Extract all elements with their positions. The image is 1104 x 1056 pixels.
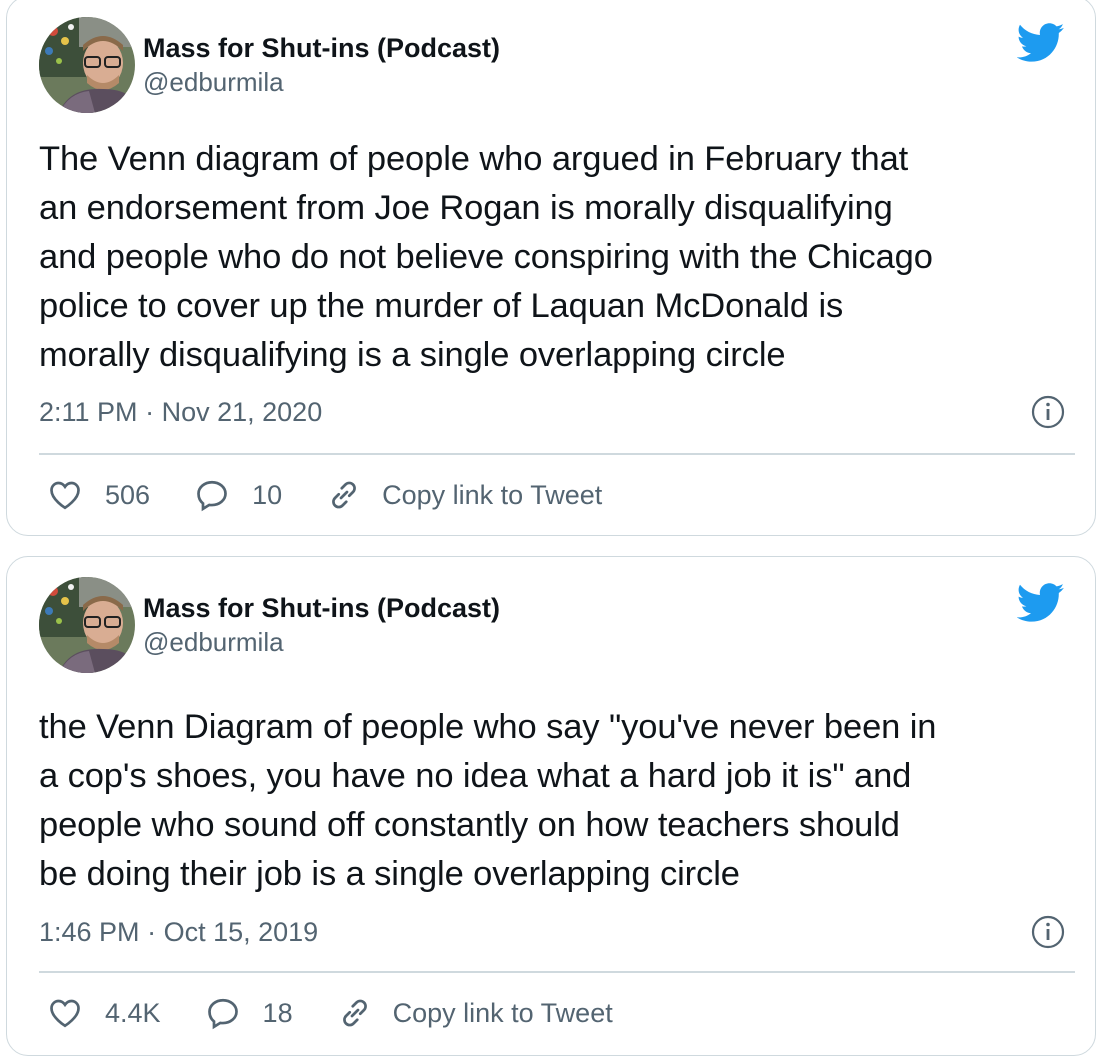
- link-icon: [342, 999, 367, 1027]
- avatar-image: [39, 17, 135, 113]
- copy-link-button[interactable]: Copy link to Tweet: [326, 477, 602, 513]
- link-icon: [332, 481, 356, 509]
- twitter-bird-icon[interactable]: [1017, 583, 1065, 623]
- reply-button[interactable]: 18: [205, 995, 293, 1031]
- heart-icon: [50, 481, 80, 510]
- meta-separator: ·: [147, 917, 157, 947]
- author-names: Mass for Shut-ins (Podcast) @edburmila: [143, 591, 500, 659]
- display-name[interactable]: Mass for Shut-ins (Podcast): [143, 31, 500, 65]
- tweet-text: the Venn Diagram of people who say "you'…: [39, 708, 937, 893]
- avatar-image: [39, 577, 135, 673]
- display-name[interactable]: Mass for Shut-ins (Podcast): [143, 591, 500, 625]
- like-count: 506: [105, 480, 151, 510]
- meta-separator: ·: [145, 397, 155, 427]
- tweet-date: Oct 15, 2019: [163, 917, 319, 947]
- reply-bubble-icon: [197, 480, 227, 512]
- tweet-timestamp[interactable]: 1:46 PM · Oct 15, 2019: [39, 915, 318, 949]
- copy-link-button[interactable]: Copy link to Tweet: [337, 995, 613, 1031]
- author-handle[interactable]: @edburmila: [143, 625, 500, 659]
- avatar[interactable]: [39, 577, 135, 673]
- reply-button[interactable]: 10: [194, 477, 282, 513]
- tweet-header: Mass for Shut-ins (Podcast) @edburmila: [39, 17, 500, 113]
- divider: [39, 971, 1075, 973]
- copy-link-label: Copy link to Tweet: [382, 480, 603, 510]
- tweet-time: 2:11 PM: [39, 397, 138, 427]
- like-button[interactable]: 4.4K: [47, 995, 161, 1031]
- author-names: Mass for Shut-ins (Podcast) @edburmila: [143, 31, 500, 99]
- tweet-time: 1:46 PM: [39, 917, 140, 947]
- reply-count: 18: [262, 998, 293, 1028]
- copy-link-label: Copy link to Tweet: [392, 998, 613, 1028]
- twitter-bird-icon[interactable]: [1017, 23, 1065, 63]
- author-handle[interactable]: @edburmila: [143, 65, 500, 99]
- like-count: 4.4K: [105, 998, 161, 1028]
- reply-bubble-icon: [207, 998, 238, 1030]
- info-icon[interactable]: [1031, 915, 1065, 949]
- tweet-card[interactable]: Mass for Shut-ins (Podcast) @edburmila t…: [6, 556, 1096, 1056]
- heart-icon: [50, 999, 80, 1028]
- tweet-actions: 506 10 Copy link to Tweet: [47, 477, 646, 513]
- tweet-header: Mass for Shut-ins (Podcast) @edburmila: [39, 577, 500, 673]
- tweet-date: Nov 21, 2020: [161, 397, 323, 427]
- like-button[interactable]: 506: [47, 477, 150, 513]
- tweet-actions: 4.4K 18 Copy link to Tweet: [47, 995, 657, 1031]
- avatar[interactable]: [39, 17, 135, 113]
- reply-count: 10: [252, 480, 283, 510]
- divider: [39, 453, 1075, 455]
- info-icon[interactable]: [1031, 395, 1065, 429]
- tweet-card[interactable]: Mass for Shut-ins (Podcast) @edburmila T…: [6, 0, 1096, 536]
- tweet-text: The Venn diagram of people who argued in…: [39, 140, 933, 374]
- tweet-timestamp[interactable]: 2:11 PM · Nov 21, 2020: [39, 395, 322, 429]
